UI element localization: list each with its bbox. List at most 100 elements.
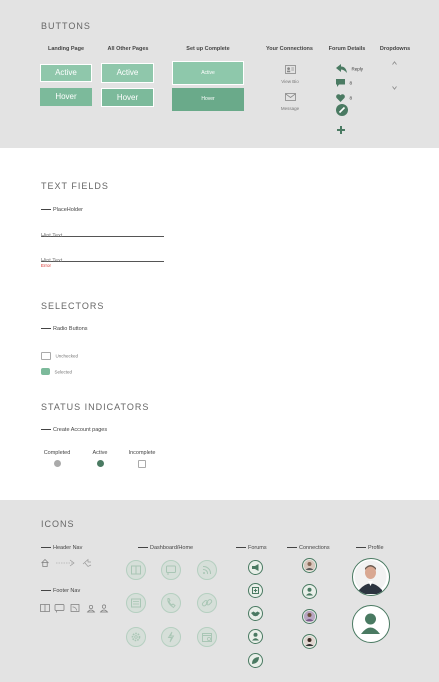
buttons-title: BUTTONS (41, 21, 91, 31)
selected-label: Selected (54, 369, 72, 375)
button-label: Hover (116, 93, 139, 102)
chevron-down-icon (392, 86, 397, 90)
hint-text: Hint Text (41, 233, 63, 239)
active-dot (96, 460, 104, 467)
col-dropdowns: Dropdowns (379, 46, 411, 52)
col-setup-complete: Set up Complete (186, 46, 230, 52)
rss-icon[interactable] (70, 604, 80, 612)
envelope-icon (284, 93, 296, 101)
icons-title: ICONS (41, 519, 75, 529)
chevron-up-icon (392, 61, 397, 65)
plus-box-icon[interactable] (248, 583, 263, 598)
profile-card-icon (284, 65, 296, 74)
status-completed: Completed (40, 450, 74, 467)
other-active-button[interactable]: Active (101, 63, 154, 83)
header-nav-label: Header Nav (53, 545, 83, 551)
handshake-icon[interactable] (248, 606, 263, 621)
footer-nav-icons (40, 603, 112, 613)
rss-icon[interactable] (197, 560, 217, 580)
button-label: Hover (55, 92, 77, 101)
book-icon[interactable] (40, 604, 50, 612)
connection-avatar-1[interactable] (302, 558, 317, 573)
connections-heading: Connections (287, 545, 330, 551)
incomplete-dot (138, 460, 146, 468)
message-label: Message (280, 106, 300, 111)
button-label: Hover (201, 96, 215, 102)
incomplete-label: Incomplete (128, 450, 156, 456)
col-landing-page: Landing Page (47, 46, 85, 52)
profile-photo-avatar[interactable] (352, 558, 390, 596)
comment-icon (336, 78, 345, 87)
view-bio-button[interactable]: View Bio (279, 61, 301, 84)
landing-hover-button[interactable]: Hover (40, 88, 92, 106)
newspaper-icon[interactable] (126, 593, 146, 613)
person-icon[interactable] (248, 629, 263, 644)
status-title: STATUS INDICATORS (41, 402, 150, 412)
home-icon[interactable] (41, 559, 49, 567)
share-icon[interactable] (82, 558, 92, 567)
megaphone-icon[interactable] (248, 560, 263, 575)
hint-text-field[interactable]: Hint Text (41, 224, 164, 239)
profile-default-avatar[interactable] (352, 605, 390, 643)
landing-active-button[interactable]: Active (40, 64, 92, 82)
connections-label: Connections (299, 545, 330, 551)
radio-box-unchecked (41, 351, 51, 360)
connection-avatar-2[interactable] (302, 609, 317, 624)
lightning-icon[interactable] (161, 627, 181, 647)
book-icon[interactable] (126, 560, 146, 580)
profile-label: Profile (368, 545, 384, 551)
dropdown-up-button[interactable] (392, 61, 397, 65)
forums-heading: Forums (236, 545, 267, 551)
col-your-connections: Your Connections (266, 46, 313, 52)
status-incomplete: Incomplete (124, 450, 160, 468)
comment-count: 8 (349, 80, 352, 86)
col-all-other-pages: All Other Pages (107, 46, 149, 52)
edit-button[interactable] (336, 103, 348, 121)
profile-heading: Profile (356, 545, 384, 551)
calendar-icon[interactable] (197, 627, 217, 647)
radio-selected[interactable]: Selected (41, 363, 72, 381)
status-subheading: Create Account pages (41, 427, 107, 433)
dashboard-label: Dashboard/Home (150, 545, 194, 551)
dashboard-heading: Dashboard/Home (138, 545, 193, 551)
message-button[interactable]: Message (278, 88, 302, 111)
leaf-icon[interactable] (248, 653, 263, 668)
text-fields-title: TEXT FIELDS (41, 181, 109, 191)
setup-hover-button[interactable]: Hover (172, 88, 244, 111)
other-hover-button[interactable]: Hover (101, 88, 154, 107)
reply-arrow-icon (336, 64, 347, 74)
header-nav-icons (41, 558, 93, 568)
error-text-field[interactable]: Hint Text (41, 249, 164, 264)
gear-icon[interactable] (126, 627, 146, 647)
footer-nav-heading: Footer Nav (41, 588, 80, 594)
arrows-icon[interactable] (56, 559, 75, 567)
reply-label: Reply (351, 66, 363, 72)
dropdown-down-button[interactable] (392, 86, 397, 90)
header-nav-heading: Header Nav (41, 545, 82, 551)
completed-dot (53, 460, 61, 467)
like-count: 8 (349, 95, 352, 101)
connection-avatar-default[interactable] (302, 584, 317, 599)
completed-label: Completed (43, 450, 71, 456)
add-button[interactable] (337, 121, 345, 139)
heart-icon (336, 93, 345, 102)
phone-icon[interactable] (161, 593, 181, 613)
error-message: Error (41, 263, 51, 268)
forums-label: Forums (248, 545, 267, 551)
active-label: Active (92, 450, 108, 456)
chat-icon[interactable] (54, 604, 65, 613)
link-icon[interactable] (197, 593, 217, 613)
status-active: Active (86, 450, 114, 467)
view-bio-label: View Bio (281, 79, 299, 84)
radio-subheading: Radio Buttons (41, 326, 88, 332)
radio-buttons-label: Radio Buttons (53, 326, 88, 332)
connection-avatar-3[interactable] (302, 634, 317, 649)
button-label: Active (201, 70, 215, 76)
col-forum-details: Forum Details (328, 46, 366, 52)
person-icon[interactable] (86, 604, 96, 613)
button-label: Active (116, 68, 139, 77)
setup-active-button[interactable]: Active (172, 61, 244, 85)
avatar-icon[interactable] (99, 604, 109, 613)
plus-icon (337, 126, 345, 134)
chat-icon[interactable] (161, 560, 181, 580)
